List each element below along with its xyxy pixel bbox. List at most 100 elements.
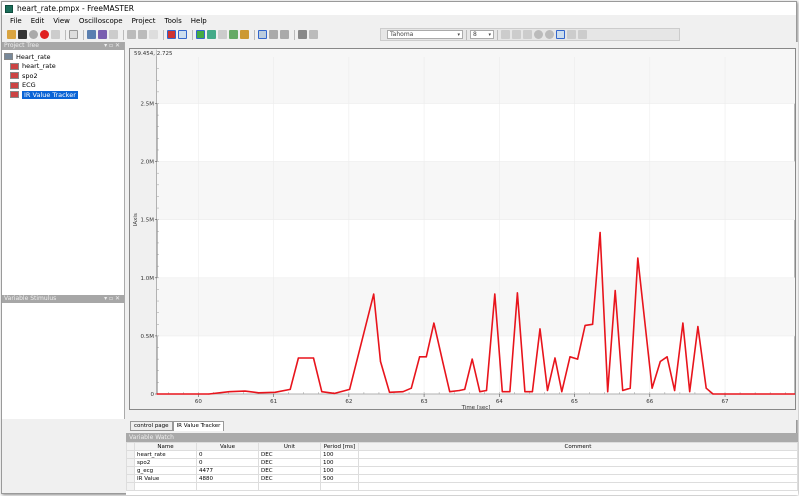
menu-edit[interactable]: Edit <box>31 17 45 25</box>
font-size-select[interactable]: 8 <box>470 30 494 39</box>
align-right-icon[interactable] <box>578 30 587 39</box>
row-header[interactable] <box>126 458 135 467</box>
copy-icon[interactable] <box>87 30 96 39</box>
menu-view[interactable]: View <box>53 17 70 25</box>
tree-item-heart-rate[interactable]: heart_rate <box>4 62 122 72</box>
fit-icon[interactable] <box>229 30 238 39</box>
tree-item-spo2[interactable]: spo2 <box>4 71 122 81</box>
table-row-empty[interactable] <box>126 482 798 491</box>
pan-icon[interactable] <box>207 30 216 39</box>
cell-unit[interactable]: DEC <box>258 474 321 483</box>
cell-period[interactable]: 100 <box>320 466 359 475</box>
tree-item-ir-value-tracker[interactable]: IR Value Tracker <box>4 90 122 100</box>
col-comment[interactable]: Comment <box>358 442 798 451</box>
panel-controls-icon[interactable]: ▾ ▫ ✕ <box>104 42 120 50</box>
table-row[interactable]: spo2 0 DEC 100 <box>126 458 798 467</box>
cell-name[interactable]: IR Value <box>134 474 197 483</box>
help-icon[interactable] <box>309 30 318 39</box>
color-icon[interactable] <box>534 30 543 39</box>
open-icon[interactable] <box>7 30 16 39</box>
cell-empty[interactable] <box>126 482 135 491</box>
up-icon[interactable] <box>269 30 278 39</box>
row-header[interactable] <box>126 474 135 483</box>
table-row[interactable]: heart_rate 0 DEC 100 <box>126 450 798 459</box>
cell-comment[interactable] <box>358 474 798 483</box>
cell-name[interactable]: heart_rate <box>134 450 197 459</box>
underline-icon[interactable] <box>523 30 532 39</box>
tree-item-ecg[interactable]: ECG <box>4 81 122 91</box>
recorder-icon[interactable] <box>178 30 187 39</box>
cell-unit[interactable]: DEC <box>258 458 321 467</box>
cell-period[interactable]: 100 <box>320 450 359 459</box>
align-center-icon[interactable] <box>567 30 576 39</box>
cell-name[interactable]: spo2 <box>134 458 197 467</box>
align-left-icon[interactable] <box>556 30 565 39</box>
data-point <box>682 322 684 324</box>
tab-ir-value-tracker[interactable]: IR Value Tracker <box>172 421 225 431</box>
cell-empty[interactable] <box>134 482 197 491</box>
menu-oscilloscope[interactable]: Oscilloscope <box>79 17 123 25</box>
bgcolor-icon[interactable] <box>545 30 554 39</box>
cell-comment[interactable] <box>358 458 798 467</box>
stop-icon[interactable] <box>40 30 49 39</box>
table-row[interactable]: IR Value 4880 DEC 500 <box>126 474 798 483</box>
cell-empty[interactable] <box>196 482 259 491</box>
data-point <box>425 356 427 358</box>
zoom-icon[interactable] <box>196 30 205 39</box>
page-icon[interactable] <box>149 30 158 39</box>
tree-root[interactable]: Heart_rate <box>4 52 122 62</box>
connect-icon[interactable] <box>51 30 60 39</box>
oscilloscope-icon[interactable] <box>167 30 176 39</box>
row-header[interactable] <box>126 450 135 459</box>
cell-name[interactable]: g_ecg <box>134 466 197 475</box>
properties-icon[interactable] <box>298 30 307 39</box>
panel-controls-icon[interactable]: ▾ ▫ ✕ <box>104 295 120 303</box>
data-point <box>509 391 511 393</box>
cell-empty[interactable] <box>258 482 321 491</box>
go-icon[interactable] <box>29 30 38 39</box>
plot-svg[interactable]: IR Value00.5M1.0M1.5M2.0M2.5M60616263646… <box>130 45 796 423</box>
cell-empty[interactable] <box>320 482 359 491</box>
options-icon[interactable] <box>69 30 78 39</box>
cell-value[interactable]: 0 <box>196 458 259 467</box>
cell-period[interactable]: 100 <box>320 458 359 467</box>
bold-icon[interactable] <box>501 30 510 39</box>
cell-period[interactable]: 500 <box>320 474 359 483</box>
menu-project[interactable]: Project <box>132 17 156 25</box>
data-point <box>524 391 526 393</box>
col-period[interactable]: Period [ms] <box>320 442 359 451</box>
cell-empty[interactable] <box>358 482 798 491</box>
back-icon[interactable] <box>127 30 136 39</box>
menu-help[interactable]: Help <box>191 17 207 25</box>
lock-icon[interactable] <box>240 30 249 39</box>
cell-unit[interactable]: DEC <box>258 450 321 459</box>
print-icon[interactable] <box>109 30 118 39</box>
forward-icon[interactable] <box>138 30 147 39</box>
cell-value[interactable]: 4477 <box>196 466 259 475</box>
cell-value[interactable]: 0 <box>196 450 259 459</box>
menu-file[interactable]: File <box>10 17 22 25</box>
col-unit[interactable]: Unit <box>258 442 321 451</box>
row-header[interactable] <box>126 466 135 475</box>
italic-icon[interactable] <box>512 30 521 39</box>
cursor-icon[interactable] <box>218 30 227 39</box>
data-point <box>554 357 556 359</box>
font-select[interactable]: Tahoma <box>387 30 463 39</box>
cell-value[interactable]: 4880 <box>196 474 259 483</box>
col-value[interactable]: Value <box>196 442 259 451</box>
data-point <box>228 391 230 393</box>
scope-icon <box>10 81 19 89</box>
menu-tools[interactable]: Tools <box>165 17 182 25</box>
col-name[interactable]: Name <box>134 442 197 451</box>
save-icon[interactable] <box>18 30 27 39</box>
paste-icon[interactable] <box>98 30 107 39</box>
tab-control-page[interactable]: control page <box>130 421 173 431</box>
recorder-icon <box>10 91 19 99</box>
table-row[interactable]: g_ecg 4477 DEC 100 <box>126 466 798 475</box>
down-icon[interactable] <box>280 30 289 39</box>
cell-unit[interactable]: DEC <box>258 466 321 475</box>
cell-comment[interactable] <box>358 450 798 459</box>
cell-comment[interactable] <box>358 466 798 475</box>
data-point <box>501 391 503 393</box>
grid-icon[interactable] <box>258 30 267 39</box>
